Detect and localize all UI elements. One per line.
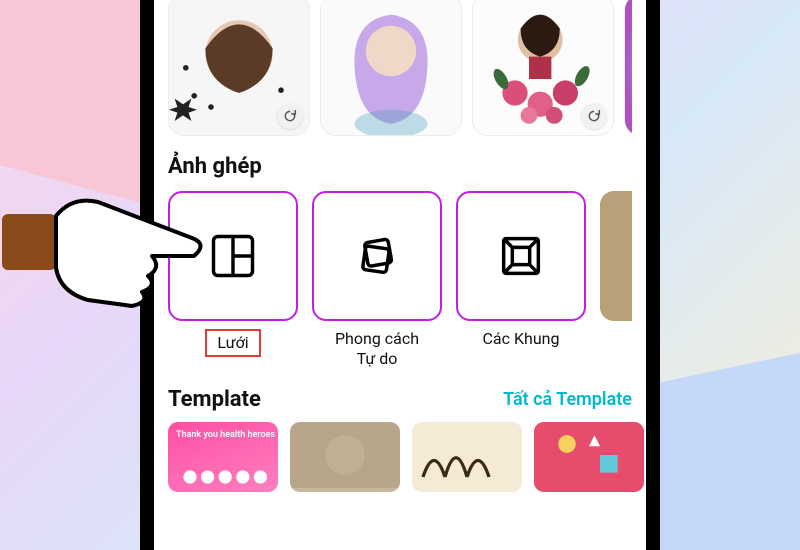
template-thumbnail[interactable] xyxy=(290,422,400,492)
collage-options-row: Lưới Phong cách Tự do xyxy=(168,191,632,369)
all-templates-link[interactable]: Tất cả Template xyxy=(503,389,632,410)
effect-thumbnail[interactable] xyxy=(168,0,310,136)
collage-label-line2: Tự do xyxy=(357,349,398,368)
frames-icon xyxy=(495,230,547,282)
section-title-template: Template xyxy=(168,387,261,412)
template-row: Thank you health heroes xyxy=(168,422,632,492)
app-screen: Ảnh ghép Lưới xyxy=(154,0,646,550)
template-thumbnail[interactable] xyxy=(534,422,644,492)
template-thumbnail[interactable] xyxy=(412,422,522,492)
highlighted-label: Lưới xyxy=(205,329,260,357)
collage-label: Các Khung xyxy=(456,329,586,349)
collage-option-frames[interactable]: Các Khung xyxy=(456,191,586,369)
effect-thumbnail[interactable] xyxy=(624,0,632,136)
collage-label-line1: Phong cách xyxy=(335,329,419,348)
effect-thumbnail[interactable] xyxy=(320,0,462,136)
phone-frame: Ảnh ghép Lưới xyxy=(140,0,660,550)
refresh-icon[interactable] xyxy=(277,103,303,129)
grid-icon xyxy=(207,230,259,282)
template-thumbnail[interactable]: Thank you health heroes xyxy=(168,422,278,492)
refresh-icon[interactable] xyxy=(581,103,607,129)
portrait-illustration xyxy=(625,0,632,136)
effects-row xyxy=(168,0,632,136)
pointer-hand-annotation xyxy=(2,160,212,320)
freestyle-icon xyxy=(351,230,403,282)
section-title-collage: Ảnh ghép xyxy=(168,154,632,179)
collage-preview-thumbnail[interactable] xyxy=(600,191,632,321)
effect-thumbnail[interactable] xyxy=(472,0,614,136)
collage-option-freestyle[interactable]: Phong cách Tự do xyxy=(312,191,442,369)
portrait-illustration xyxy=(321,0,461,135)
